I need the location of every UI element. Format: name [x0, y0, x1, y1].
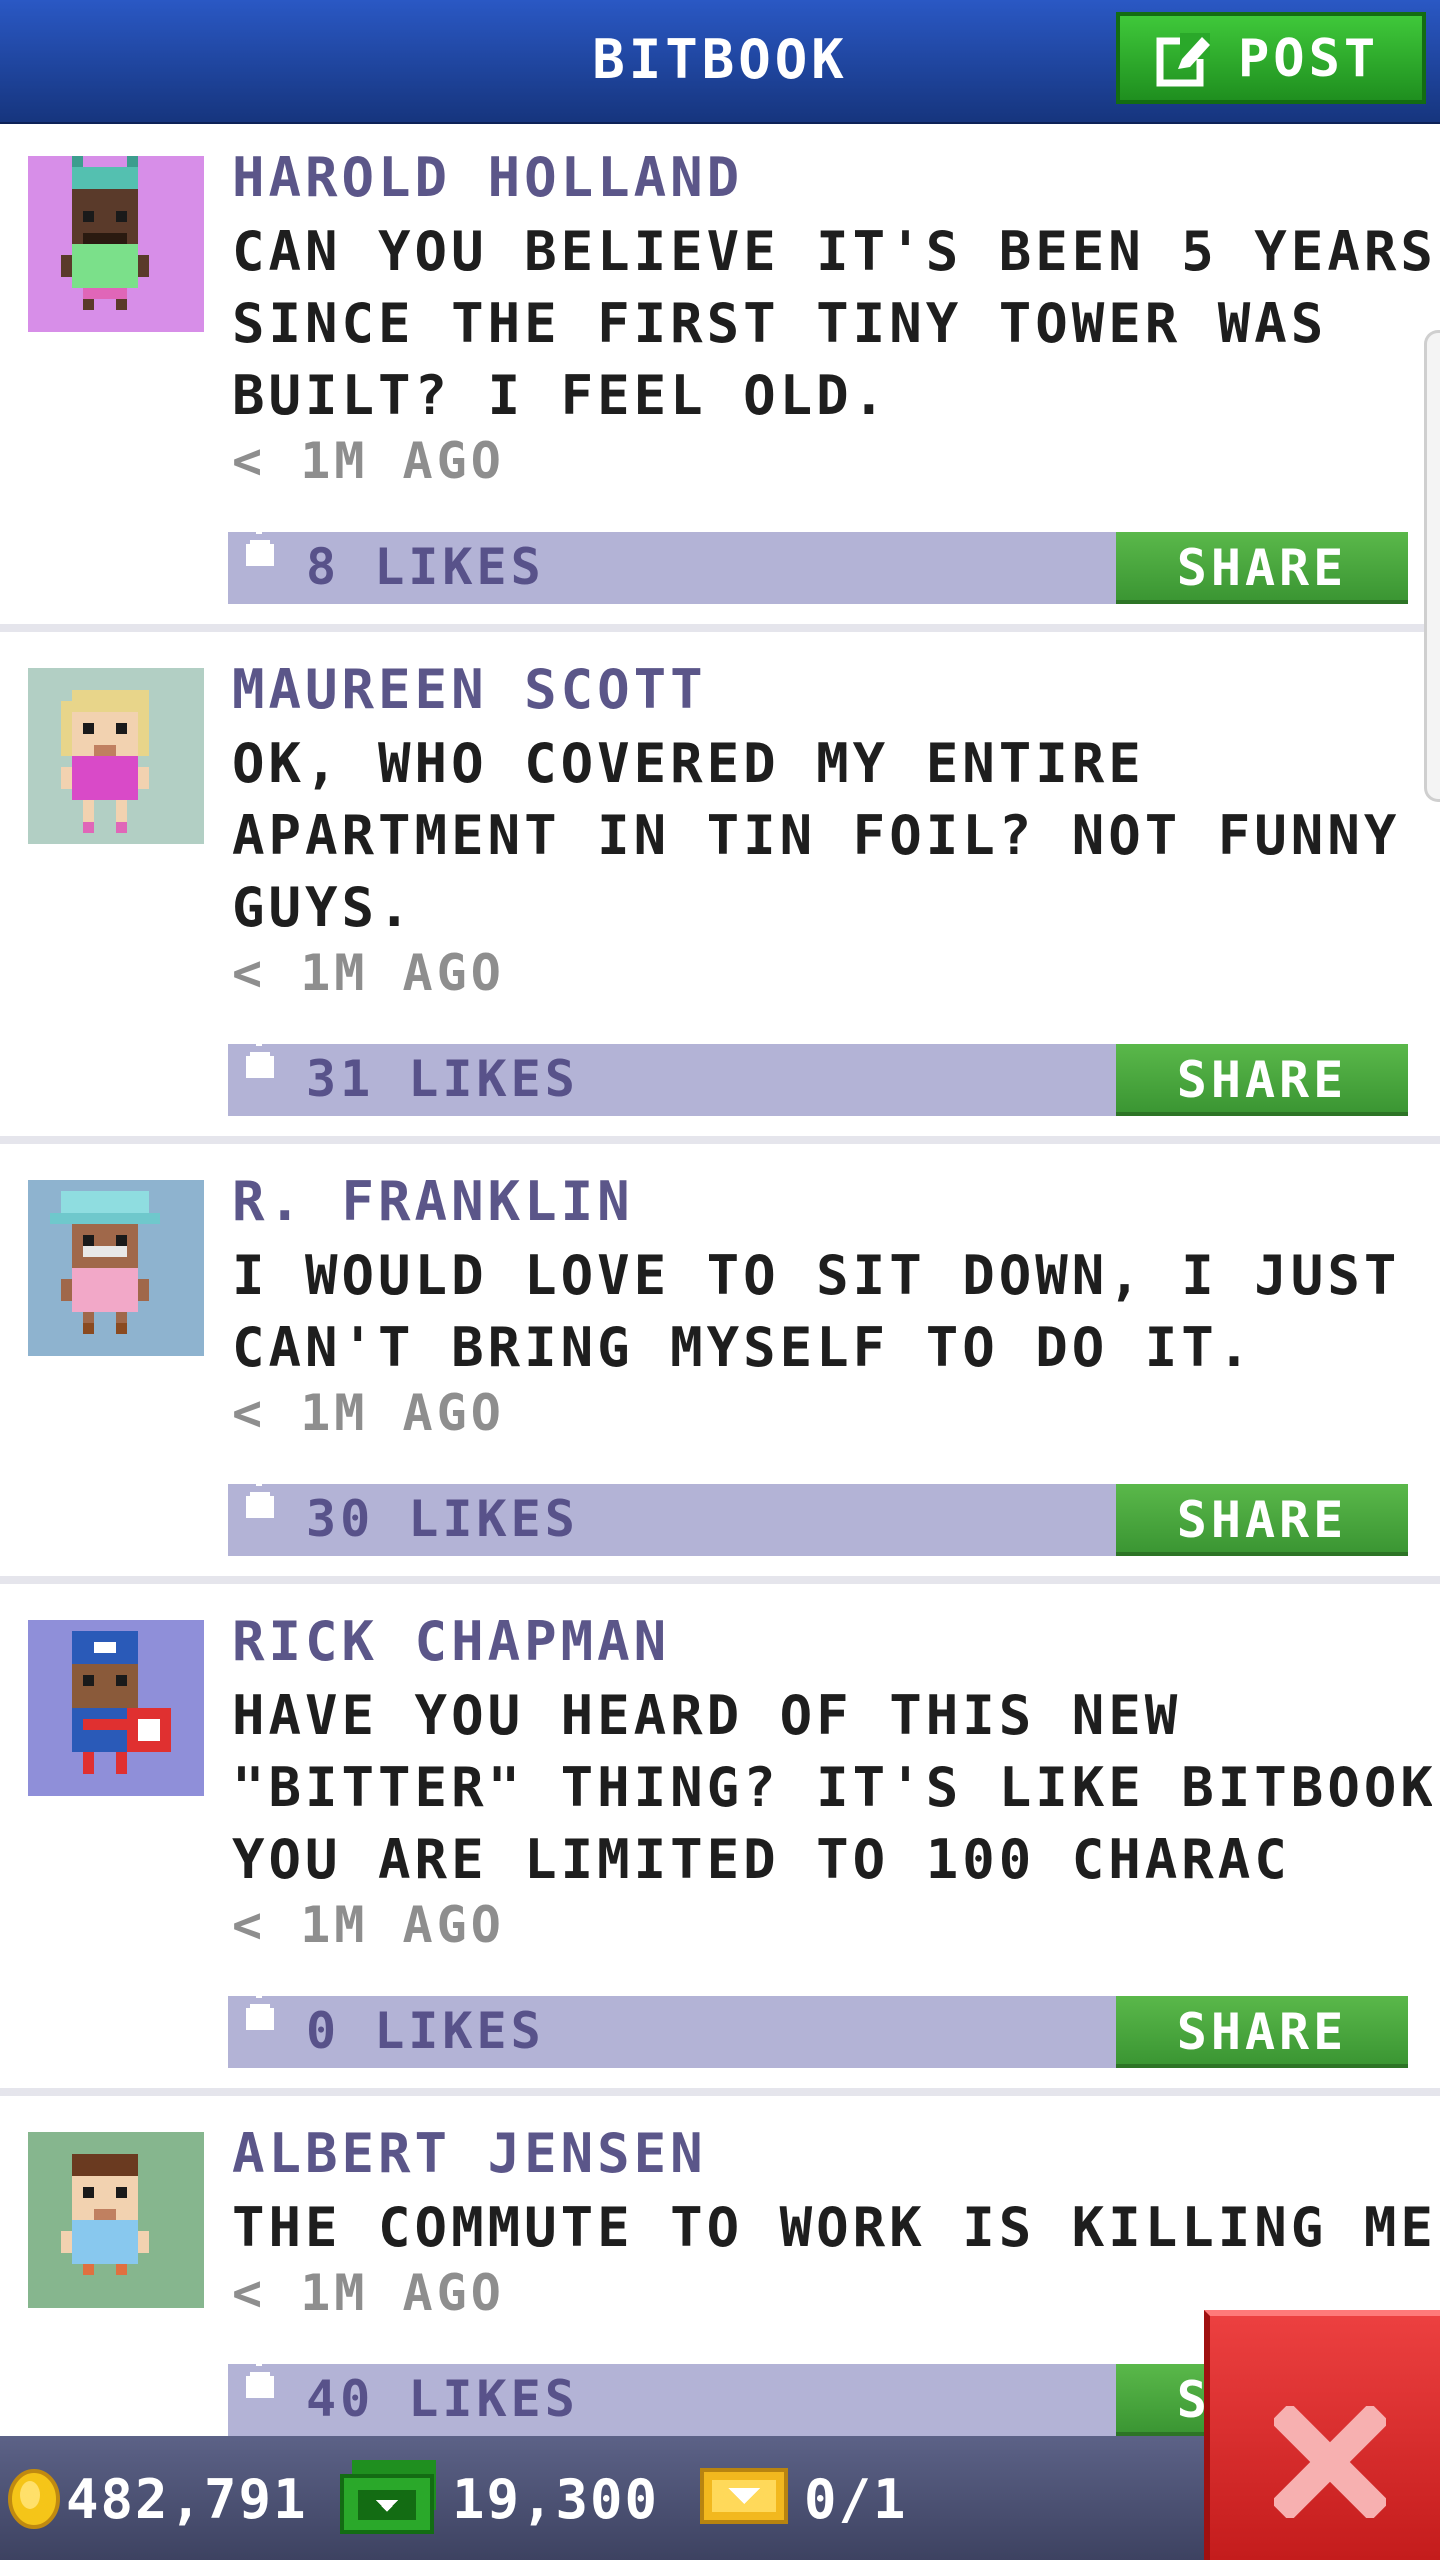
feed-post: MAUREEN SCOTT OK, WHO COVERED MY ENTIRE … — [0, 636, 1440, 1144]
feed-post: HAROLD HOLLAND CAN YOU BELIEVE IT'S BEEN… — [0, 124, 1440, 632]
feed-post: RICK CHAPMAN HAVE YOU HEARD OF THIS NEW … — [0, 1588, 1440, 2096]
post-text-line: CAN YOU BELIEVE IT'S BEEN 5 YEARS — [232, 220, 1432, 283]
post-timestamp: < 1M AGO — [232, 1896, 505, 1954]
vip-ticket-icon — [700, 2468, 788, 2524]
post-text-line: BUILT? I FEEL OLD. — [232, 364, 890, 427]
thumbs-up-icon — [246, 1472, 274, 1518]
post-button[interactable]: POST — [1116, 12, 1426, 104]
post-divider — [0, 2088, 1440, 2096]
post-timestamp: < 1M AGO — [232, 1384, 505, 1442]
close-button[interactable] — [1204, 2310, 1440, 2560]
thumbs-up-icon — [246, 1984, 274, 2030]
close-icon — [1274, 2406, 1386, 2518]
feed-post: R. FRANKLIN I WOULD LOVE TO SIT DOWN, I … — [0, 1148, 1440, 1584]
post-text-line: YOU ARE LIMITED TO 100 CHARAC — [232, 1828, 1291, 1891]
like-button[interactable]: 31 LIKES — [228, 1032, 628, 1116]
post-divider — [0, 1136, 1440, 1144]
post-text-line: "BITTER" THING? IT'S LIKE BITBOOK BUT — [232, 1756, 1432, 1819]
post-timestamp: < 1M AGO — [232, 2264, 505, 2322]
bux-icon — [340, 2460, 436, 2534]
post-author[interactable]: R. FRANKLIN — [232, 1170, 634, 1233]
post-text-line: GUYS. — [232, 876, 415, 939]
post-divider — [0, 624, 1440, 632]
like-button[interactable]: 30 LIKES — [228, 1472, 628, 1556]
likes-bar: 8 LIKES SHARE — [228, 520, 1408, 604]
like-button[interactable]: 40 LIKES — [228, 2352, 628, 2436]
post-text-line: OK, WHO COVERED MY ENTIRE — [232, 732, 1145, 795]
post-text-line: HAVE YOU HEARD OF THIS NEW — [232, 1684, 1182, 1747]
post-author[interactable]: HAROLD HOLLAND — [232, 146, 743, 209]
post-timestamp: < 1M AGO — [232, 944, 505, 1002]
avatar — [28, 1620, 204, 1796]
thumbs-up-icon — [246, 520, 274, 566]
like-button[interactable]: 8 LIKES — [228, 520, 628, 604]
share-button[interactable]: SHARE — [1116, 1996, 1408, 2068]
compose-icon — [1156, 33, 1210, 87]
post-text: OK, WHO COVERED MY ENTIRE APARTMENT IN T… — [232, 728, 1432, 944]
likes-bar: 31 LIKES SHARE — [228, 1032, 1408, 1116]
likes-count: 8 LIKES — [306, 538, 545, 596]
post-text: I WOULD LOVE TO SIT DOWN, I JUST CAN'T B… — [232, 1240, 1432, 1384]
bux-count: 19,300 — [452, 2468, 660, 2531]
likes-count: 0 LIKES — [306, 2002, 545, 2060]
like-button[interactable]: 0 LIKES — [228, 1984, 628, 2068]
likes-bar: 0 LIKES SHARE — [228, 1984, 1408, 2068]
avatar — [28, 156, 204, 332]
post-author[interactable]: MAUREEN SCOTT — [232, 658, 707, 721]
thumbs-up-icon — [246, 1032, 274, 1078]
likes-count: 31 LIKES — [306, 1050, 579, 1108]
share-button[interactable]: SHARE — [1116, 1044, 1408, 1116]
share-button[interactable]: SHARE — [1116, 1484, 1408, 1556]
vip-tickets-count: 0/1 — [804, 2468, 908, 2531]
thumbs-up-icon — [246, 2352, 274, 2398]
avatar — [28, 668, 204, 844]
post-text-line: APARTMENT IN TIN FOIL? NOT FUNNY — [232, 804, 1401, 867]
likes-count: 40 LIKES — [306, 2370, 579, 2428]
coins-count: 482,791 — [66, 2468, 308, 2531]
post-text-line: CAN'T BRING MYSELF TO DO IT. — [232, 1316, 1255, 1379]
post-text: THE COMMUTE TO WORK IS KILLING ME :( — [232, 2192, 1432, 2264]
post-text-line: SINCE THE FIRST TINY TOWER WAS — [232, 292, 1328, 355]
likes-bar: 30 LIKES SHARE — [228, 1472, 1408, 1556]
app-header: BITBOOK POST — [0, 0, 1440, 124]
avatar — [28, 2132, 204, 2308]
avatar — [28, 1180, 204, 1356]
coin-icon — [8, 2469, 60, 2529]
post-text: HAVE YOU HEARD OF THIS NEW "BITTER" THIN… — [232, 1680, 1432, 1896]
post-divider — [0, 1576, 1440, 1584]
scrollbar[interactable] — [1424, 330, 1440, 802]
post-author[interactable]: RICK CHAPMAN — [232, 1610, 670, 1673]
feed[interactable]: HAROLD HOLLAND CAN YOU BELIEVE IT'S BEEN… — [0, 124, 1440, 2436]
post-label: POST — [1238, 29, 1380, 89]
post-text-line: THE COMMUTE TO WORK IS KILLING ME :( — [232, 2196, 1432, 2259]
share-button[interactable]: SHARE — [1116, 532, 1408, 604]
post-author[interactable]: ALBERT JENSEN — [232, 2122, 707, 2185]
likes-count: 30 LIKES — [306, 1490, 579, 1548]
post-timestamp: < 1M AGO — [232, 432, 505, 490]
post-text: CAN YOU BELIEVE IT'S BEEN 5 YEARS SINCE … — [232, 216, 1432, 432]
post-text-line: I WOULD LOVE TO SIT DOWN, I JUST — [232, 1244, 1401, 1307]
